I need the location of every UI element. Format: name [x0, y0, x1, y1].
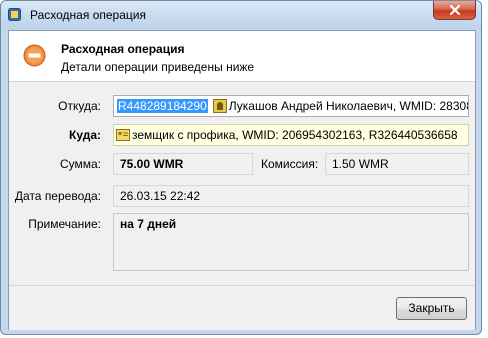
from-label: Откуда: [58, 99, 101, 113]
note-field: на 7 дней [113, 213, 469, 271]
fee-label: Комиссия: [261, 157, 319, 171]
dialog-footer: Закрыть [9, 285, 475, 330]
amount-field: 75.00 WMR [113, 153, 253, 175]
date-label: Дата перевода: [14, 189, 101, 203]
dialog-body: Расходная операция Детали операции приве… [8, 30, 476, 330]
note-label: Примечание: [28, 217, 101, 231]
dialog-window: Расходная операция Расходная операция Де… [0, 0, 482, 335]
from-purse[interactable]: R448289184290 [117, 99, 208, 113]
window-title: Расходная операция [30, 8, 146, 22]
fee-field: 1.50 WMR [325, 153, 469, 175]
close-button[interactable]: Закрыть [396, 297, 467, 320]
header-title: Расходная операция [61, 42, 185, 56]
close-icon [450, 5, 460, 15]
title-bar: Расходная операция [1, 1, 481, 30]
dialog-header: Расходная операция Детали операции приве… [9, 31, 475, 82]
to-value: земщик с профика, WMID: 206954302163, R3… [132, 128, 458, 142]
window-close-button[interactable] [433, 1, 476, 20]
minus-circle-icon [23, 44, 46, 67]
webmoney-app-icon [8, 8, 21, 21]
to-field[interactable]: земщик с профика, WMID: 206954302163, R3… [113, 124, 469, 146]
to-label: Куда: [69, 128, 101, 142]
passport-icon [212, 99, 227, 113]
header-subtitle: Детали операции приведены ниже [61, 60, 255, 74]
from-field[interactable]: R448289184290 Лукашов Андрей Николаевич,… [113, 95, 469, 117]
amount-label: Сумма: [59, 157, 101, 171]
business-card-icon [116, 129, 130, 141]
from-owner: Лукашов Андрей Николаевич, WMID: 283083.… [228, 99, 469, 113]
date-field: 26.03.15 22:42 [113, 185, 469, 207]
